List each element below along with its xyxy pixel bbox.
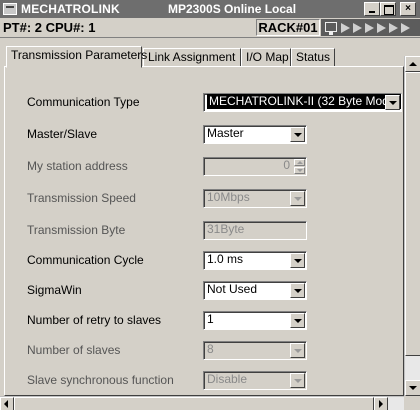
transmission-speed-select: 10Mbps — [203, 189, 307, 208]
monitor-icon — [325, 22, 337, 35]
spin-stepper — [294, 159, 305, 174]
scroll-down-icon[interactable] — [405, 380, 420, 396]
horizontal-scrollbar[interactable] — [0, 396, 404, 410]
chevron-down-icon[interactable] — [290, 313, 305, 328]
master-slave-value: Master — [207, 126, 244, 140]
tab-bar: Transmission Parameters Link Assignment … — [6, 46, 396, 68]
retry-to-slaves-label: Number of retry to slaves — [27, 313, 162, 327]
transmission-speed-label: Transmission Speed — [27, 191, 136, 205]
retry-to-slaves-value: 1 — [207, 312, 214, 326]
communication-type-label: Communication Type — [27, 95, 140, 109]
number-of-slaves-select: 8 — [203, 341, 307, 360]
scroll-right-icon[interactable] — [374, 397, 388, 410]
sigmawin-select[interactable]: Not Used — [203, 281, 307, 300]
horizontal-scroll-thumb[interactable] — [14, 397, 374, 410]
close-button[interactable]: × — [400, 2, 416, 16]
window-subtitle: MP2300S Online Local — [168, 2, 297, 16]
window-title: MECHATROLINK — [21, 2, 120, 16]
tab-io-map[interactable]: I/O Map — [241, 48, 291, 67]
communication-cycle-select[interactable]: 1.0 ms — [203, 251, 307, 270]
window-icon — [3, 3, 17, 15]
chevron-down-icon — [290, 343, 305, 358]
title-bar[interactable]: MECHATROLINK MP2300S Online Local × — [0, 0, 420, 18]
chevron-down-icon[interactable] — [290, 127, 305, 142]
vertical-scroll-thumb[interactable] — [405, 72, 420, 356]
communication-cycle-value: 1.0 ms — [207, 252, 244, 266]
slave-sync-function-value: Disable — [207, 372, 248, 386]
spin-down-icon — [294, 167, 305, 174]
slave-sync-function-select: Disable — [203, 371, 307, 390]
transmission-speed-value: 10Mbps — [207, 190, 250, 204]
retry-to-slaves-select[interactable]: 1 — [203, 311, 307, 330]
vertical-scrollbar[interactable] — [404, 56, 420, 396]
number-of-slaves-value: 8 — [207, 342, 214, 356]
rack-label: RACK#01 — [256, 19, 320, 36]
communication-type-value: MECHATROLINK-II (32 Byte Mode) — [207, 94, 401, 109]
transmission-parameters-panel: Communication Type MECHATROLINK-II (32 B… — [4, 66, 404, 396]
status-strip — [321, 19, 420, 36]
maximize-button[interactable] — [380, 2, 396, 16]
communication-type-select[interactable]: MECHATROLINK-II (32 Byte Mode) — [203, 93, 402, 112]
sigmawin-value: Not Used — [207, 282, 258, 296]
master-slave-label: Master/Slave — [27, 127, 98, 141]
chevron-down-icon[interactable] — [385, 95, 400, 110]
mechatrolink-window: MECHATROLINK MP2300S Online Local × PT#:… — [0, 0, 420, 410]
tab-transmission-parameters[interactable]: Transmission Parameters — [6, 46, 147, 68]
chevron-down-icon[interactable] — [290, 253, 305, 268]
scroll-up-icon[interactable] — [405, 56, 420, 72]
master-slave-select[interactable]: Master — [203, 125, 307, 144]
transmission-byte-field: 31Byte — [203, 221, 307, 240]
transmission-byte-value: 31Byte — [207, 222, 245, 236]
sigmawin-label: SigmaWin — [27, 283, 82, 297]
scrollbar-corner — [404, 396, 420, 410]
communication-cycle-label: Communication Cycle — [27, 253, 144, 267]
tab-status[interactable]: Status — [291, 48, 335, 67]
arrow-right-icon — [341, 22, 419, 33]
spin-up-icon — [294, 159, 305, 166]
scroll-left-icon[interactable] — [0, 397, 14, 410]
my-station-address-value: 0 — [283, 158, 290, 172]
pt-cpu-label: PT#: 2 CPU#: 1 — [3, 20, 96, 35]
chevron-down-icon[interactable] — [290, 283, 305, 298]
slave-sync-function-label: Slave synchronous function — [27, 373, 174, 387]
number-of-slaves-label: Number of slaves — [27, 343, 121, 357]
chevron-down-icon — [290, 373, 305, 388]
chevron-down-icon — [290, 191, 305, 206]
transmission-byte-label: Transmission Byte — [27, 223, 126, 237]
my-station-address-label: My station address — [27, 159, 128, 173]
minimize-button[interactable] — [364, 2, 380, 16]
my-station-address-field: 0 — [203, 157, 307, 176]
tab-link-assignment[interactable]: Link Assignment — [143, 48, 241, 67]
header-strip: PT#: 2 CPU#: 1 RACK#01 — [0, 18, 420, 38]
